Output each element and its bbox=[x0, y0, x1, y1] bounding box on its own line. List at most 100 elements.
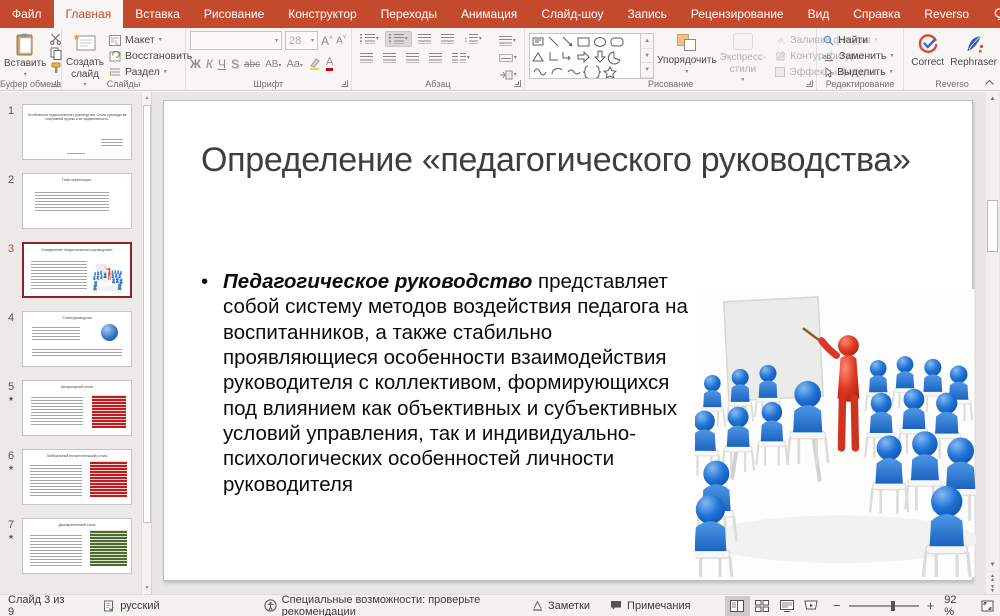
slide-body-text[interactable]: • Педагогическое руководство представляе… bbox=[201, 269, 706, 497]
character-spacing-button[interactable]: АВ▾ bbox=[265, 59, 281, 70]
tab-transitions[interactable]: Переходы bbox=[369, 0, 449, 28]
format-painter-icon[interactable] bbox=[49, 62, 62, 74]
accessibility-status[interactable]: Специальные возможности: проверьте реком… bbox=[282, 594, 522, 616]
accessibility-icon[interactable] bbox=[264, 599, 277, 612]
zoom-level[interactable]: 92 % bbox=[944, 594, 968, 616]
quick-styles-button[interactable]: Экспресс-стили ▾ bbox=[720, 31, 767, 83]
shrink-font-button[interactable]: А˅ bbox=[336, 35, 346, 46]
bullets-button[interactable]: ▾ bbox=[356, 31, 383, 47]
comments-button[interactable]: Примечания bbox=[600, 595, 701, 616]
columns-button[interactable]: ▾ bbox=[448, 50, 474, 66]
gallery-up-icon[interactable]: ▲ bbox=[641, 34, 653, 49]
tab-slideshow[interactable]: Слайд-шоу bbox=[529, 0, 615, 28]
decrease-indent-button[interactable] bbox=[414, 31, 435, 47]
slide-title-text[interactable]: Определение «педагогического руководства… bbox=[201, 141, 946, 180]
tab-review[interactable]: Рецензирование bbox=[679, 0, 796, 28]
reverso-rephraser-button[interactable]: Rephraser bbox=[950, 31, 997, 69]
tell-me-search[interactable]: Что вы хотите сделать? bbox=[981, 0, 1000, 28]
layout-button[interactable]: Макет ▾ bbox=[107, 33, 194, 47]
font-name-combo[interactable]: ▾ bbox=[190, 31, 282, 50]
section-button[interactable]: Раздел ▾ bbox=[107, 65, 194, 79]
classroom-illustration[interactable] bbox=[695, 289, 976, 577]
shapes-gallery-scroll[interactable]: ▲ ▼ ▼ bbox=[641, 33, 654, 79]
scroll-up-icon[interactable]: ▲ bbox=[142, 92, 152, 104]
find-button[interactable]: Найти bbox=[821, 33, 895, 47]
clipboard-dialog-launcher[interactable] bbox=[51, 80, 58, 87]
align-text-button[interactable]: ▾ bbox=[495, 51, 521, 65]
paragraph-dialog-launcher[interactable] bbox=[514, 80, 521, 87]
slideshow-view-button[interactable] bbox=[799, 596, 824, 616]
reverso-correct-button[interactable]: Correct bbox=[908, 31, 947, 69]
font-color-button[interactable]: А bbox=[326, 57, 333, 71]
scroll-down-icon[interactable]: ▼ bbox=[142, 582, 152, 594]
language-button[interactable]: русский bbox=[120, 600, 159, 612]
spellcheck-icon[interactable] bbox=[103, 600, 115, 612]
slide-thumbnail-selected[interactable]: 3 Определение «педагогического руководст… bbox=[0, 242, 142, 298]
gallery-more-icon[interactable]: ▼ bbox=[641, 63, 653, 78]
zoom-slider[interactable] bbox=[849, 605, 919, 607]
grow-font-button[interactable]: А˄ bbox=[321, 34, 333, 48]
arrange-button[interactable]: Упорядочить ▾ bbox=[657, 31, 717, 75]
font-size-combo[interactable]: 28▾ bbox=[285, 31, 318, 50]
slide[interactable]: Определение «педагогического руководства… bbox=[163, 100, 973, 581]
notes-button[interactable]: Заметки bbox=[522, 595, 600, 616]
zoom-slider-thumb[interactable] bbox=[891, 601, 895, 611]
scrollbar-track[interactable] bbox=[986, 105, 999, 560]
copy-icon[interactable] bbox=[49, 47, 62, 60]
bold-button[interactable]: Ж bbox=[190, 57, 201, 71]
strikethrough-button[interactable]: abc bbox=[244, 59, 260, 70]
drawing-dialog-launcher[interactable] bbox=[806, 80, 813, 87]
zoom-in-button[interactable]: + bbox=[927, 598, 935, 613]
slide-thumbnail[interactable]: 2 План презентации: bbox=[0, 173, 142, 229]
gallery-down-icon[interactable]: ▼ bbox=[641, 49, 653, 64]
slide-thumbnail[interactable]: 6 ★ Либеральный (попустительский) стиль bbox=[0, 449, 142, 505]
font-dialog-launcher[interactable] bbox=[341, 80, 348, 87]
tab-view[interactable]: Вид bbox=[796, 0, 842, 28]
slide-scrollbar[interactable]: ▲ ▼ ▲▲ ▼▼ bbox=[986, 92, 999, 594]
previous-slide-button[interactable]: ▲▲ bbox=[986, 572, 999, 583]
slide-thumbnail[interactable]: 7 ★ Демократический стиль bbox=[0, 518, 142, 574]
tab-file[interactable]: Файл bbox=[0, 0, 54, 28]
scroll-up-icon[interactable]: ▲ bbox=[986, 92, 999, 105]
normal-view-button[interactable] bbox=[725, 596, 750, 616]
italic-button[interactable]: К bbox=[206, 57, 213, 71]
tab-design[interactable]: Конструктор bbox=[276, 0, 368, 28]
reading-view-button[interactable] bbox=[774, 596, 799, 616]
slide-thumbnail[interactable]: 5 ★ Авторитарный стиль bbox=[0, 380, 142, 436]
justify-button[interactable] bbox=[425, 50, 446, 66]
slide-thumbnail[interactable]: 4 Стили руководства bbox=[0, 311, 142, 367]
text-direction-button[interactable]: ▾ bbox=[495, 33, 521, 49]
increase-indent-button[interactable] bbox=[437, 31, 458, 47]
reset-button[interactable]: Восстановить bbox=[107, 49, 194, 63]
next-slide-button[interactable]: ▼▼ bbox=[986, 583, 999, 594]
tab-help[interactable]: Справка bbox=[841, 0, 912, 28]
slide-thumbnail[interactable]: 1 Особенности педагогического руководств… bbox=[0, 104, 142, 160]
collapse-ribbon-button[interactable] bbox=[984, 79, 995, 86]
slide-sorter-view-button[interactable] bbox=[750, 596, 775, 616]
align-left-button[interactable] bbox=[356, 50, 377, 66]
select-button[interactable]: Выделить ▾ bbox=[821, 65, 895, 79]
numbering-button[interactable]: ▾ bbox=[385, 31, 412, 47]
highlight-color-button[interactable] bbox=[308, 58, 321, 70]
tab-animations[interactable]: Анимация bbox=[449, 0, 529, 28]
scrollbar-thumb[interactable] bbox=[987, 200, 998, 252]
paste-button[interactable]: Вставить ▾ bbox=[4, 31, 46, 78]
tab-draw[interactable]: Рисование bbox=[192, 0, 276, 28]
replace-button[interactable]: ab Заменить ▾ bbox=[821, 49, 895, 63]
scrollbar-thumb[interactable] bbox=[143, 105, 151, 523]
scroll-down-icon[interactable]: ▼ bbox=[986, 558, 999, 571]
align-center-button[interactable] bbox=[379, 50, 400, 66]
text-shadow-button[interactable]: S bbox=[231, 57, 239, 71]
thumbnail-scrollbar[interactable]: ▲ ▼ bbox=[141, 92, 151, 594]
shapes-gallery[interactable] bbox=[529, 33, 641, 79]
change-case-button[interactable]: Aa▾ bbox=[286, 58, 302, 70]
align-right-button[interactable] bbox=[402, 50, 423, 66]
tab-reverso[interactable]: Reverso bbox=[912, 0, 981, 28]
underline-button[interactable]: Ч bbox=[218, 57, 226, 71]
zoom-out-button[interactable]: − bbox=[833, 598, 841, 613]
tab-record[interactable]: Запись bbox=[616, 0, 679, 28]
fit-slide-to-window-icon[interactable] bbox=[981, 600, 994, 612]
tab-insert[interactable]: Вставка bbox=[123, 0, 192, 28]
tab-home[interactable]: Главная bbox=[54, 0, 124, 28]
cut-icon[interactable] bbox=[49, 33, 62, 45]
